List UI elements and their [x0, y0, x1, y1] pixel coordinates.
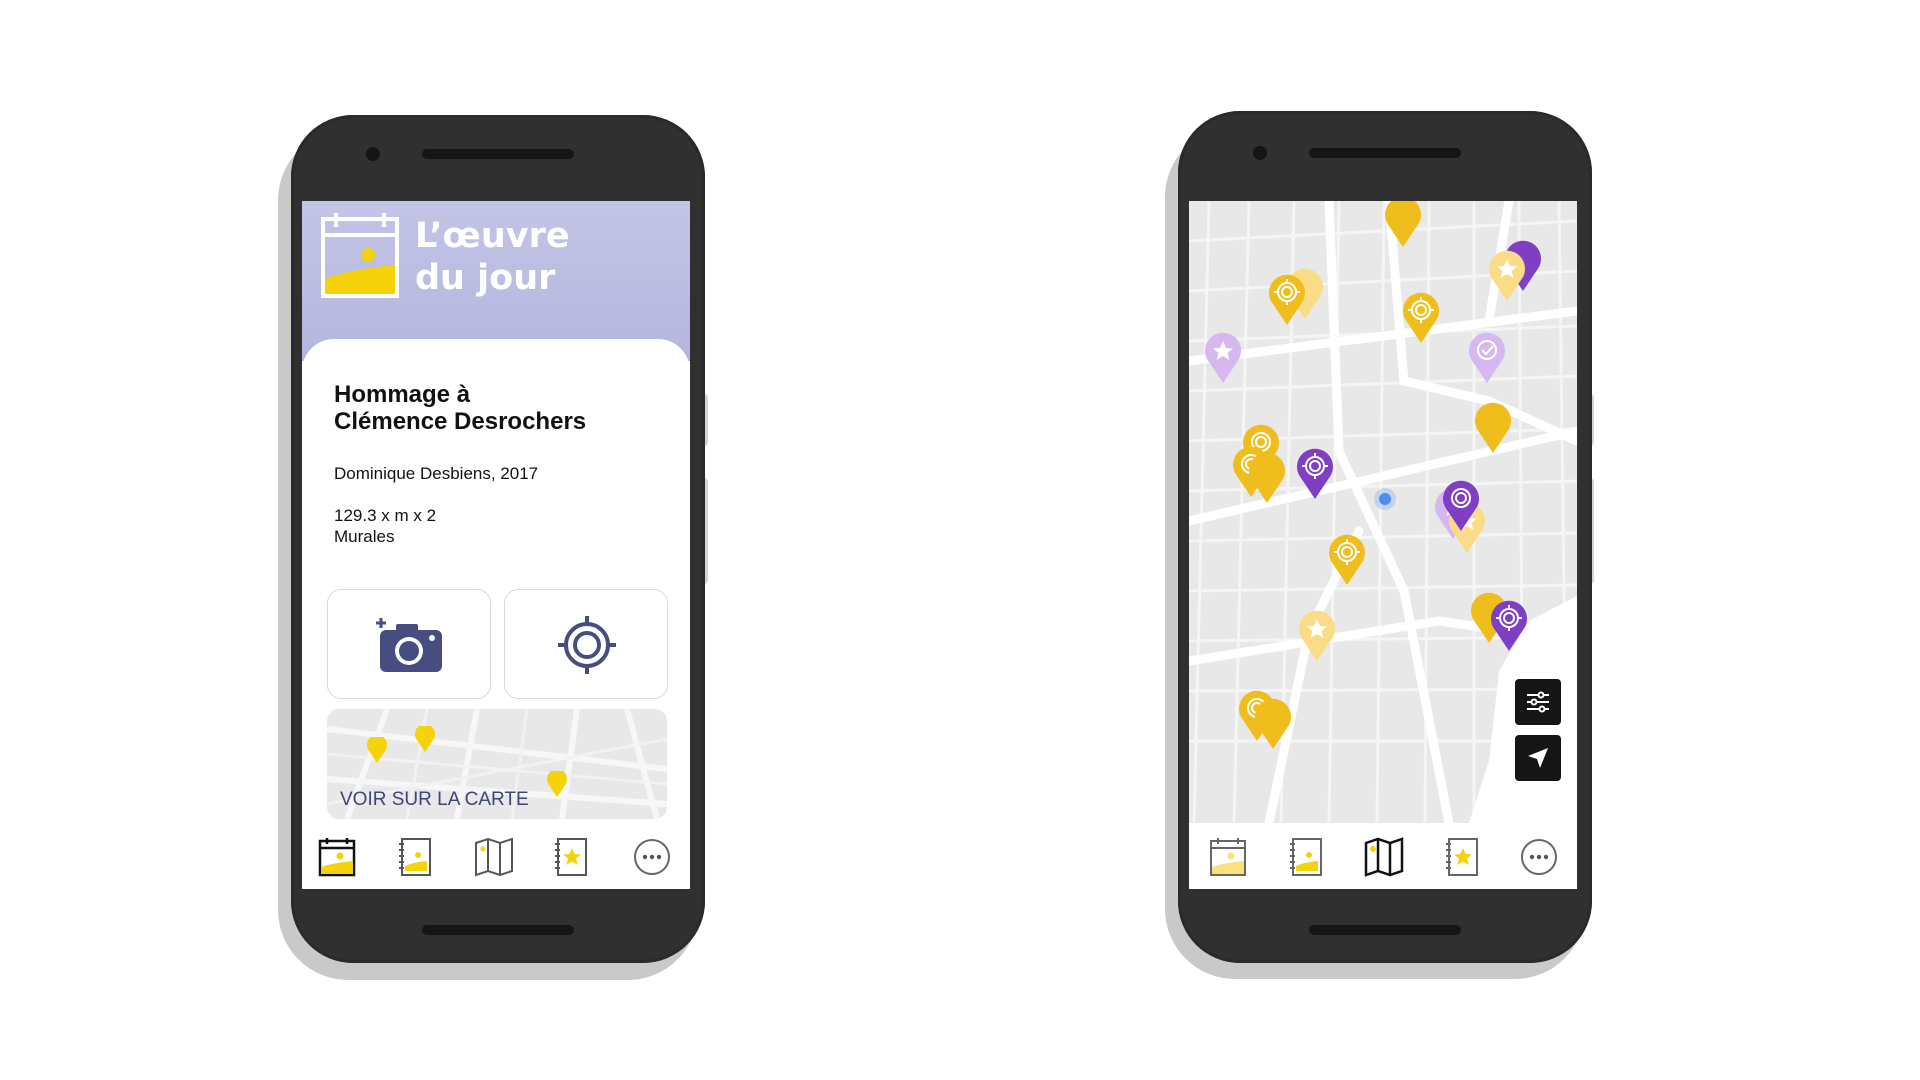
- front-camera: [1253, 146, 1267, 160]
- bottom-tab-bar: [302, 823, 690, 889]
- user-location-dot: [1374, 488, 1396, 510]
- target-icon: [558, 616, 616, 674]
- more-icon: [634, 839, 670, 875]
- tab-oeuvre-du-jour[interactable]: [1209, 837, 1249, 877]
- artwork-artist-year: Dominique Desbiens, 2017: [334, 464, 539, 483]
- visited-target-pin-icon[interactable]: [1489, 599, 1529, 651]
- add-photo-button[interactable]: [327, 589, 491, 699]
- map-pins-layer: [1189, 201, 1577, 823]
- notebook-image-icon: [1290, 838, 1322, 876]
- artwork-dimensions: 129.3 x m x 2: [334, 506, 437, 525]
- target-pin-icon[interactable]: [1327, 533, 1367, 585]
- add-camera-icon: [376, 618, 442, 672]
- map-pin-icon: [547, 771, 567, 797]
- notebook-star-icon: [555, 838, 587, 876]
- artwork-pin-icon[interactable]: [1473, 401, 1513, 453]
- artwork-card: Hommage à Clémence Desrochers Dominique …: [302, 339, 690, 849]
- filter-button[interactable]: [1515, 679, 1561, 725]
- tab-collection[interactable]: [1287, 837, 1327, 877]
- map-icon: [1364, 837, 1404, 877]
- artwork-pin-icon[interactable]: [1253, 697, 1293, 749]
- calendar-icon: [1210, 838, 1246, 876]
- artwork-pin-icon[interactable]: [1383, 201, 1423, 247]
- notebook-image-icon: [399, 838, 431, 876]
- visited-pin-icon[interactable]: [1467, 331, 1507, 383]
- map-icon: [475, 837, 513, 877]
- right-screen: [1189, 201, 1577, 889]
- tab-carte[interactable]: [474, 837, 514, 877]
- tab-oeuvre-du-jour[interactable]: [318, 837, 358, 877]
- tab-carte[interactable]: [1364, 837, 1404, 877]
- artwork-pin-icon[interactable]: [1247, 451, 1287, 503]
- favorite-star-pin-icon[interactable]: [1203, 331, 1243, 383]
- map-pin-icon: [367, 737, 387, 763]
- visited-target-pin-icon[interactable]: [1295, 447, 1335, 499]
- target-pin-icon[interactable]: [1267, 273, 1307, 325]
- bottom-speaker: [422, 925, 574, 935]
- calendar-icon: [318, 838, 356, 877]
- bottom-speaker: [1309, 925, 1461, 935]
- tab-collection[interactable]: [396, 837, 436, 877]
- filter-sliders-icon: [1527, 691, 1549, 713]
- map-pin-icon: [415, 726, 435, 752]
- target-pin-icon[interactable]: [1401, 291, 1441, 343]
- view-on-map-link[interactable]: VOIR SUR LA CARTE: [340, 789, 529, 811]
- daily-artwork-header: L’œuvre du jour: [302, 201, 690, 361]
- page-title: L’œuvre du jour: [415, 216, 570, 298]
- mini-map-preview[interactable]: VOIR SUR LA CARTE: [327, 709, 667, 819]
- left-phone-frame: L’œuvre du jour Hommage à Clémence Desro…: [291, 115, 705, 963]
- tab-plus[interactable]: [632, 837, 672, 877]
- more-icon: [1521, 839, 1557, 875]
- notebook-star-icon: [1446, 838, 1478, 876]
- recenter-button[interactable]: [1515, 735, 1561, 781]
- bottom-tab-bar: [1189, 823, 1577, 889]
- right-phone-frame: [1178, 111, 1592, 963]
- front-camera: [366, 147, 380, 161]
- artwork-category: Murales: [334, 527, 395, 546]
- favorite-star-pin-icon[interactable]: [1297, 609, 1337, 661]
- top-speaker: [1309, 148, 1461, 158]
- favorite-star-pin-icon[interactable]: [1487, 249, 1527, 301]
- tab-favoris[interactable]: [1443, 837, 1483, 877]
- top-speaker: [422, 149, 574, 159]
- artwork-title: Hommage à Clémence Desrochers: [334, 381, 587, 435]
- navigation-arrow-icon: [1528, 748, 1548, 768]
- calendar-landscape-icon: [321, 213, 399, 298]
- visited-target-pin-icon[interactable]: [1441, 479, 1481, 531]
- locate-artwork-button[interactable]: [504, 589, 668, 699]
- left-screen: L’œuvre du jour Hommage à Clémence Desro…: [302, 201, 690, 889]
- tab-plus[interactable]: [1519, 837, 1559, 877]
- tab-favoris[interactable]: [552, 837, 592, 877]
